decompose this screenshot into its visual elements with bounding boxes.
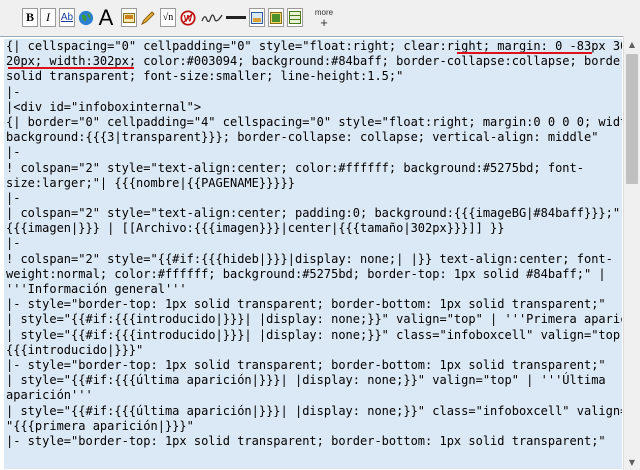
- table-icon[interactable]: [287, 8, 303, 27]
- code-line: "{{{primera aparición|}}}": [6, 418, 194, 433]
- code-line: | colspan="2" style="text-align:center; …: [6, 206, 622, 221]
- code-line: | style="{{#if:{{{introducido|}}}| |disp…: [6, 327, 622, 342]
- code-line: solid transparent; font-size:smaller; li…: [6, 69, 404, 84]
- scroll-up-arrow-icon[interactable]: ▲: [624, 36, 640, 52]
- code-line: {{{introducido|}}}": [6, 342, 144, 357]
- editor-toolbar: B I Ab A √n W more +: [0, 0, 640, 37]
- nowiki-icon[interactable]: W: [180, 8, 196, 27]
- scroll-down-arrow-icon[interactable]: ▼: [624, 454, 640, 470]
- editor-area: {| cellspacing="0" cellpadding="0" style…: [0, 36, 640, 470]
- font-a-label: A: [98, 4, 114, 30]
- code-line: |<div id="infoboxinternal">: [6, 99, 202, 114]
- vertical-scrollbar[interactable]: ▲ ▼: [623, 36, 640, 470]
- picture-icon[interactable]: [268, 8, 284, 27]
- math-button[interactable]: √n: [160, 8, 176, 27]
- code-line: ! colspan="2" style="text-align:center; …: [6, 160, 584, 175]
- bold-button[interactable]: B: [22, 8, 38, 27]
- gallery-icon[interactable]: [249, 8, 265, 27]
- signature-icon[interactable]: [201, 8, 223, 27]
- wikitext-textarea[interactable]: {| cellspacing="0" cellpadding="0" style…: [4, 39, 622, 469]
- code-line: background:{{{3|transparent}}}; border-c…: [6, 130, 599, 145]
- code-line: size:larger;"| {{{nombre|{{PAGENAME}}}}}: [6, 175, 295, 190]
- code-line: aparición''': [6, 388, 93, 403]
- highlight-underline-2: [8, 67, 134, 69]
- code-line: weight:normal; color:#ffffff; background…: [6, 266, 606, 281]
- code-line: '''Información general''': [6, 282, 187, 296]
- code-line: ! colspan="2" style="{{#if:{{{hideb|}}}|…: [6, 251, 613, 266]
- code-line: | style="{{#if:{{{introducido|}}}| |disp…: [6, 312, 622, 327]
- font-a-button[interactable]: A: [98, 5, 114, 30]
- code-line: |-: [6, 190, 21, 205]
- scroll-thumb[interactable]: [626, 54, 638, 184]
- code-line: |-: [6, 236, 21, 251]
- more-button[interactable]: more +: [312, 8, 336, 30]
- pen-icon[interactable]: [140, 8, 156, 27]
- code-line: | style="{{#if:{{{última aparición|}}}| …: [6, 403, 622, 418]
- highlight-underline-1: [457, 52, 592, 54]
- code-line: |- style="border-top: 1px solid transpar…: [6, 433, 606, 448]
- code-line: |- style="border-top: 1px solid transpar…: [6, 357, 606, 372]
- link-button[interactable]: Ab: [59, 8, 75, 27]
- italic-button[interactable]: I: [40, 8, 56, 27]
- plus-icon: +: [320, 15, 328, 30]
- horizontal-rule-icon[interactable]: [226, 8, 246, 27]
- link-label: Ab: [60, 12, 74, 23]
- code-line: |- style="border-top: 1px solid transpar…: [6, 297, 606, 312]
- math-label: √n: [162, 12, 174, 23]
- code-line: {| border="0" cellpadding="4" cellspacin…: [6, 114, 622, 129]
- image-icon[interactable]: [121, 8, 137, 27]
- bold-label: B: [25, 10, 34, 24]
- code-line: | style="{{#if:{{{última aparición|}}}| …: [6, 373, 606, 388]
- code-line: |-: [6, 145, 21, 160]
- code-line: {{{imagen|}}} | [[Archivo:{{{imagen}}}|c…: [6, 221, 505, 236]
- globe-icon[interactable]: [78, 8, 94, 27]
- italic-label: I: [46, 10, 50, 24]
- code-line: |-: [6, 84, 21, 99]
